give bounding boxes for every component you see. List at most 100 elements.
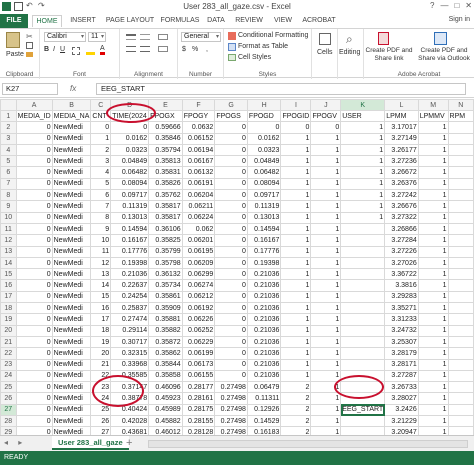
cell-d29[interactable]: 0.43681 [110, 426, 150, 435]
cell-f2[interactable]: 0.0632 [181, 121, 216, 134]
cell-c27[interactable]: 25 [90, 403, 112, 417]
cell-b3[interactable]: NewMedi [51, 132, 92, 145]
merge-center-icon[interactable] [158, 46, 168, 52]
column-header-n[interactable]: N [447, 99, 474, 111]
cell-e16[interactable]: 0.35734 [148, 279, 183, 292]
cell-styles-icon[interactable] [228, 54, 236, 61]
cell-f20[interactable]: 0.06252 [181, 324, 216, 337]
cell-g8[interactable]: 0 [214, 189, 248, 202]
tab-insert[interactable]: INSERT [66, 15, 100, 27]
cell-h5[interactable]: 0.04849 [246, 155, 282, 168]
cell-g2[interactable]: 0 [214, 121, 248, 134]
column-header-i[interactable]: I [280, 99, 312, 111]
cell-n13[interactable] [447, 245, 474, 258]
cell-c22[interactable]: 20 [90, 347, 112, 360]
select-all-corner[interactable] [0, 99, 17, 111]
cell-j13[interactable]: 1 [310, 245, 342, 258]
row-header-6[interactable]: 6 [0, 166, 17, 179]
cell-l22[interactable]: 3.28179 [384, 347, 419, 360]
cell-d3[interactable]: 0.0162 [110, 132, 150, 145]
cell-n9[interactable] [447, 200, 474, 213]
cell-h27[interactable]: 0.12926 [246, 403, 282, 417]
cell-j28[interactable]: 1 [310, 415, 342, 428]
cell-c12[interactable]: 10 [90, 234, 112, 247]
cell-h19[interactable]: 0.21036 [246, 313, 282, 326]
cell-h17[interactable]: 0.21036 [246, 290, 282, 304]
cell-styles-button[interactable]: Cell Styles [238, 54, 271, 61]
cell-j20[interactable]: 1 [310, 324, 342, 337]
cell-a12[interactable]: 0 [15, 234, 53, 247]
cell-j14[interactable]: 1 [310, 256, 342, 270]
cell-d14[interactable]: 0.19398 [110, 256, 150, 270]
cell-e29[interactable]: 0.46012 [148, 426, 183, 435]
cell-k4[interactable]: 1 [340, 143, 386, 157]
close-button[interactable]: ✕ [465, 1, 472, 10]
bold-icon[interactable]: B [44, 46, 49, 53]
cell-k3[interactable]: 1 [340, 132, 386, 145]
tab-page-layout[interactable]: PAGE LAYOUT [104, 15, 156, 27]
cell-g27[interactable]: 0.27498 [214, 403, 248, 417]
cell-c2[interactable]: 0 [90, 121, 112, 134]
cell-b6[interactable]: NewMedi [51, 166, 92, 179]
format-as-table-button[interactable]: Format as Table [238, 43, 288, 50]
cell-n16[interactable] [447, 279, 474, 292]
cell-l20[interactable]: 3.24732 [384, 324, 419, 337]
cell-a4[interactable]: 0 [15, 143, 53, 157]
row-header-26[interactable]: 26 [0, 392, 17, 405]
cell-h13[interactable]: 0.17776 [246, 245, 282, 258]
cell-c7[interactable]: 5 [90, 177, 112, 191]
cell-l4[interactable]: 3.26177 [384, 143, 419, 157]
row-header-9[interactable]: 9 [0, 200, 17, 213]
cell-a25[interactable]: 0 [15, 381, 53, 394]
cell-m18[interactable]: 1 [417, 302, 449, 315]
cell-j3[interactable]: 1 [310, 132, 342, 145]
cell-b4[interactable]: NewMedi [51, 143, 92, 157]
row-header-27[interactable]: 27 [0, 403, 17, 417]
cell-e1[interactable]: FPOGX [148, 109, 183, 123]
cell-m6[interactable]: 1 [417, 166, 449, 179]
cell-d6[interactable]: 0.06482 [110, 166, 150, 179]
cell-j9[interactable]: 1 [310, 200, 342, 213]
cell-n6[interactable] [447, 166, 474, 179]
cell-a29[interactable]: 0 [15, 426, 53, 435]
align-middle-icon[interactable] [140, 34, 150, 40]
cell-n19[interactable] [447, 313, 474, 326]
cell-k18[interactable] [340, 302, 386, 315]
cell-g12[interactable]: 0 [214, 234, 248, 247]
cell-c9[interactable]: 7 [90, 200, 112, 213]
cell-i2[interactable]: 0 [280, 121, 312, 134]
column-header-a[interactable]: A [15, 99, 53, 111]
cell-b9[interactable]: NewMedi [51, 200, 92, 213]
cell-b19[interactable]: NewMedi [51, 313, 92, 326]
create-pdf-icon[interactable] [378, 32, 389, 45]
cell-e23[interactable]: 0.35844 [148, 358, 183, 371]
cell-n7[interactable] [447, 177, 474, 191]
cells-button[interactable]: Cells [317, 49, 333, 56]
cell-n17[interactable] [447, 290, 474, 304]
cell-k22[interactable] [340, 347, 386, 360]
cell-c13[interactable]: 11 [90, 245, 112, 258]
cell-d7[interactable]: 0.08094 [110, 177, 150, 191]
cell-h22[interactable]: 0.21036 [246, 347, 282, 360]
cell-m1[interactable]: LPMMV [417, 109, 449, 123]
cell-i26[interactable]: 2 [280, 392, 312, 405]
cell-b18[interactable]: NewMedi [51, 302, 92, 315]
cell-f24[interactable]: 0.06155 [181, 369, 216, 383]
cell-g5[interactable]: 0 [214, 155, 248, 168]
cell-j17[interactable]: 1 [310, 290, 342, 304]
cell-b24[interactable]: NewMedi [51, 369, 92, 383]
cell-f11[interactable]: 0.062 [181, 222, 216, 236]
cell-c15[interactable]: 13 [90, 268, 112, 281]
cell-h11[interactable]: 0.14594 [246, 222, 282, 236]
cell-e27[interactable]: 0.45989 [148, 403, 183, 417]
cell-b1[interactable]: MEDIA_NA [51, 109, 92, 123]
italic-icon[interactable]: I [53, 46, 55, 53]
format-painter-icon[interactable] [26, 52, 33, 57]
cell-n14[interactable] [447, 256, 474, 270]
cell-c8[interactable]: 6 [90, 189, 112, 202]
cell-b15[interactable]: NewMedi [51, 268, 92, 281]
cell-j10[interactable]: 1 [310, 211, 342, 224]
cell-m29[interactable]: 1 [417, 426, 449, 435]
cell-d13[interactable]: 0.17776 [110, 245, 150, 258]
cell-n1[interactable]: RPM [447, 109, 474, 123]
